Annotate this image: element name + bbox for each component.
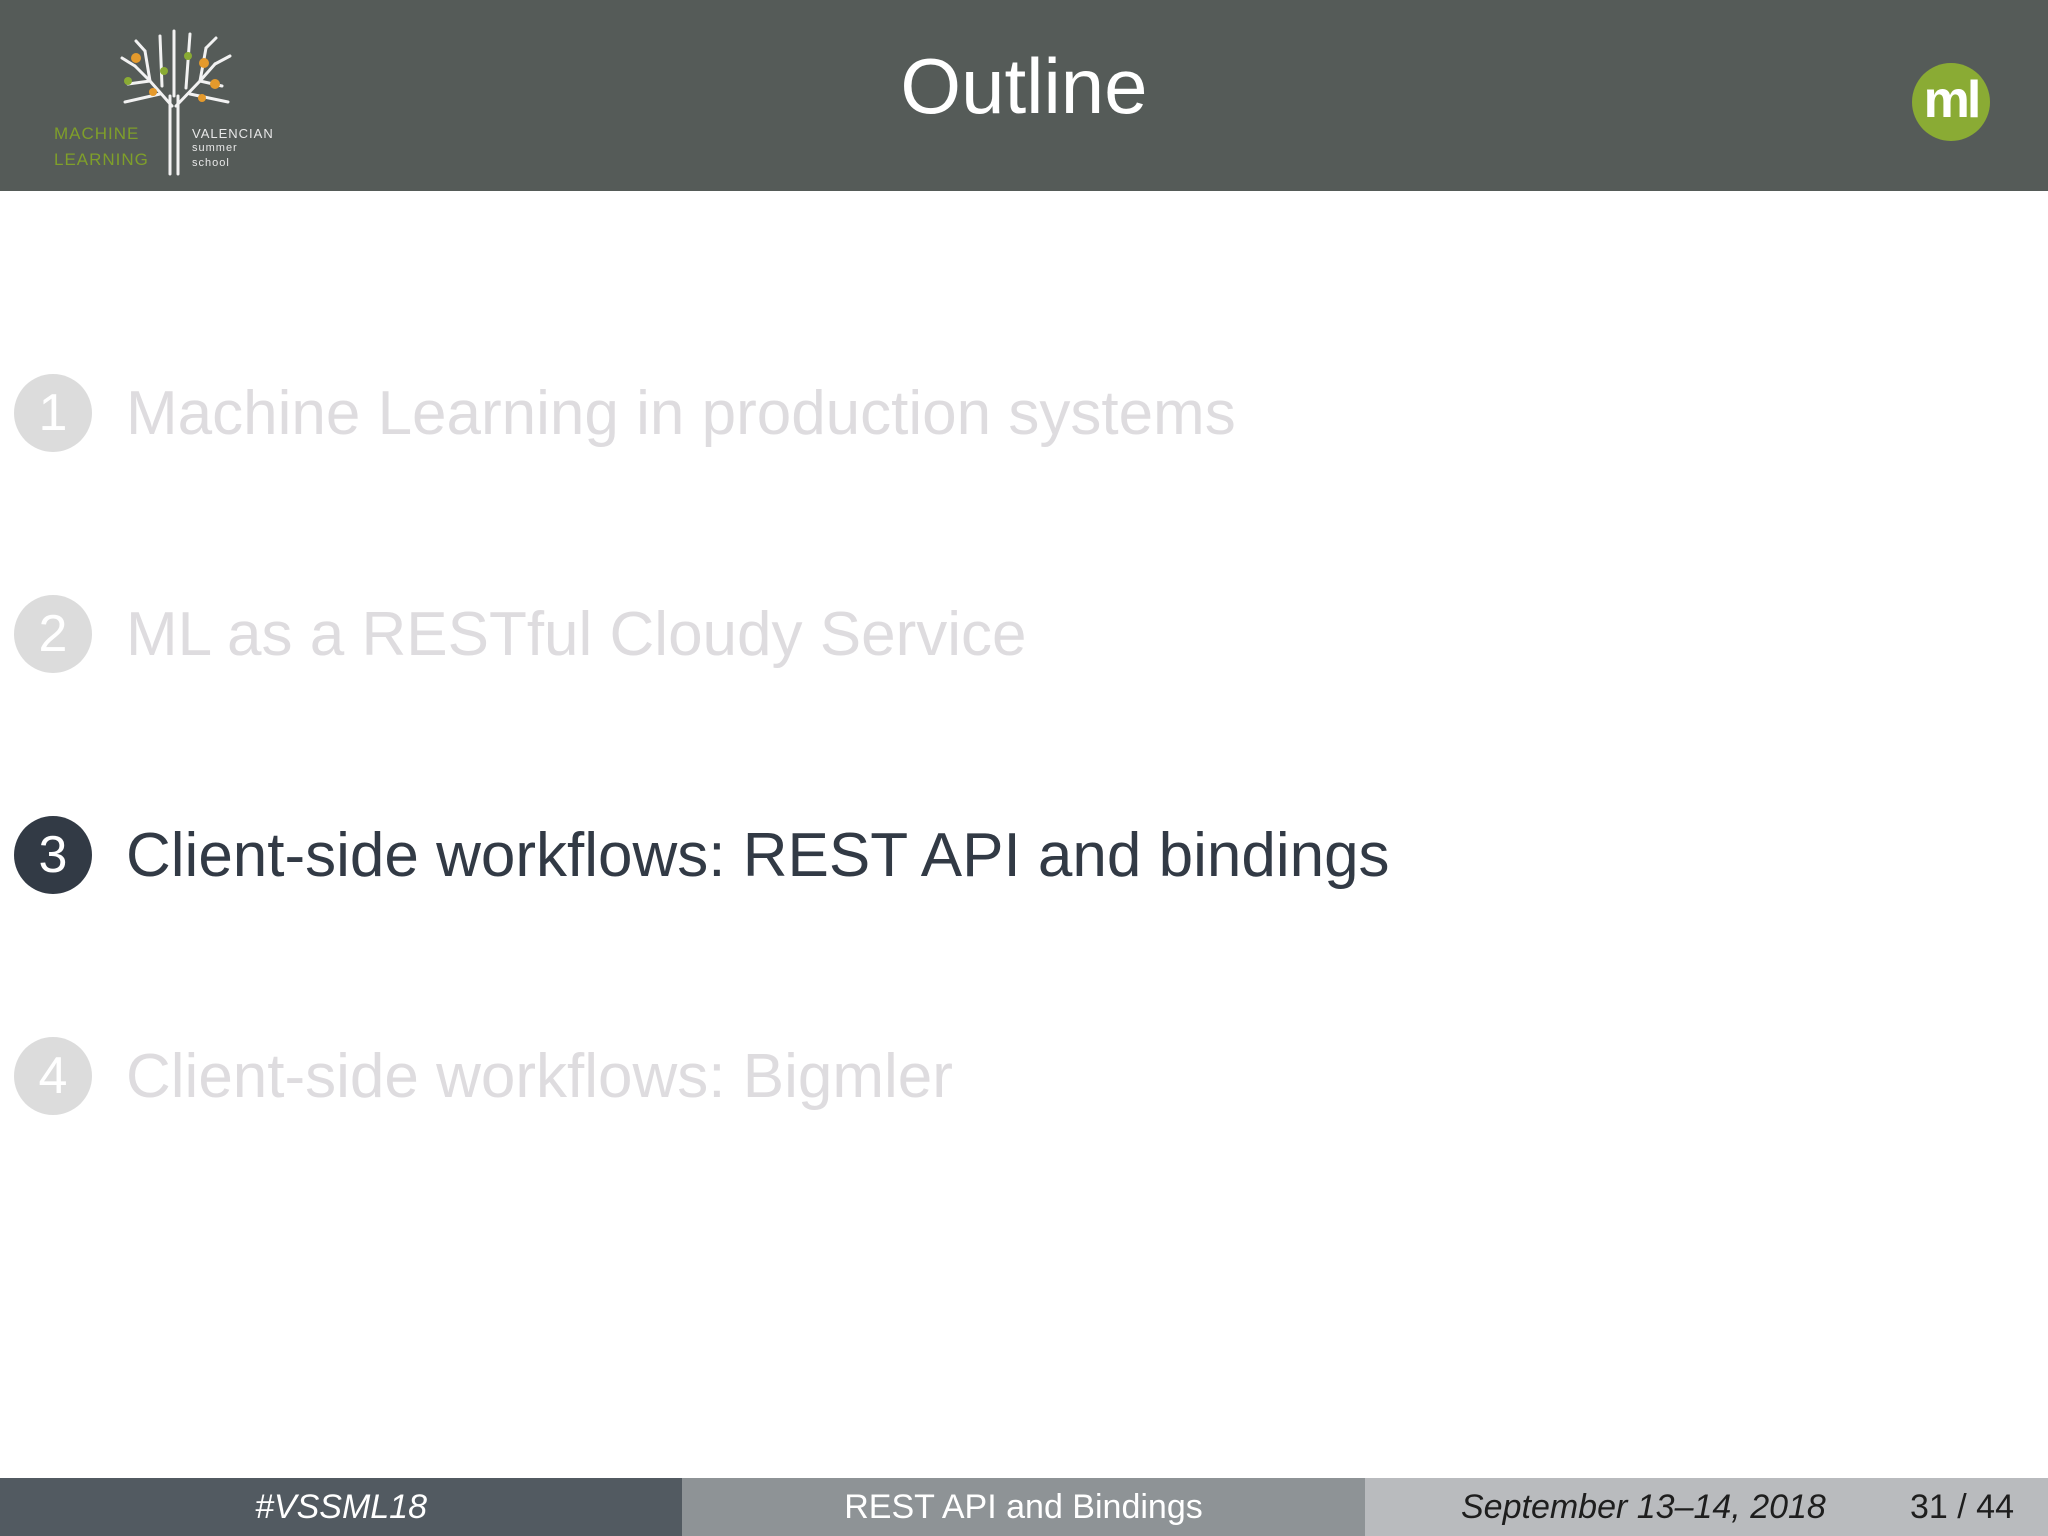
logo-text-school: school (192, 157, 230, 169)
logo-text-learning: LEARNING (54, 150, 149, 169)
page-number: 31 / 44 (1910, 1488, 2014, 1526)
outline-item-label: Client-side workflows: Bigmler (126, 1041, 953, 1111)
outline-number-badge: 1 (14, 374, 92, 452)
outline-item-label: Client-side workflows: REST API and bind… (126, 820, 1390, 890)
footer-hashtag: #VSSML18 (0, 1478, 682, 1536)
slide: MACHINE LEARNING VALENCIAN summer school… (0, 0, 2048, 1536)
outline-number-badge: 4 (14, 1037, 92, 1115)
bigml-logo-icon: ml (1912, 63, 1990, 141)
outline-item-label: Machine Learning in production systems (126, 378, 1236, 448)
slide-footer: #VSSML18 REST API and Bindings September… (0, 1478, 2048, 1536)
outline-item-2: 2 ML as a RESTful Cloudy Service (14, 594, 1026, 674)
outline-item-3: 3 Client-side workflows: REST API and bi… (14, 815, 1390, 895)
slide-header: MACHINE LEARNING VALENCIAN summer school… (0, 0, 2048, 191)
outline-item-4: 4 Client-side workflows: Bigmler (14, 1036, 953, 1116)
logo-text-summer: summer (192, 142, 238, 154)
page-title: Outline (900, 42, 1148, 130)
outline-number-badge: 3 (14, 816, 92, 894)
outline-number-badge: 2 (14, 595, 92, 673)
footer-section-title: REST API and Bindings (682, 1478, 1365, 1536)
outline-item-1: 1 Machine Learning in production systems (14, 373, 1236, 453)
outline-item-label: ML as a RESTful Cloudy Service (126, 599, 1027, 669)
footer-date: September 13–14, 2018 (1461, 1488, 1826, 1526)
footer-date-page: September 13–14, 2018 31 / 44 (1365, 1478, 2048, 1536)
